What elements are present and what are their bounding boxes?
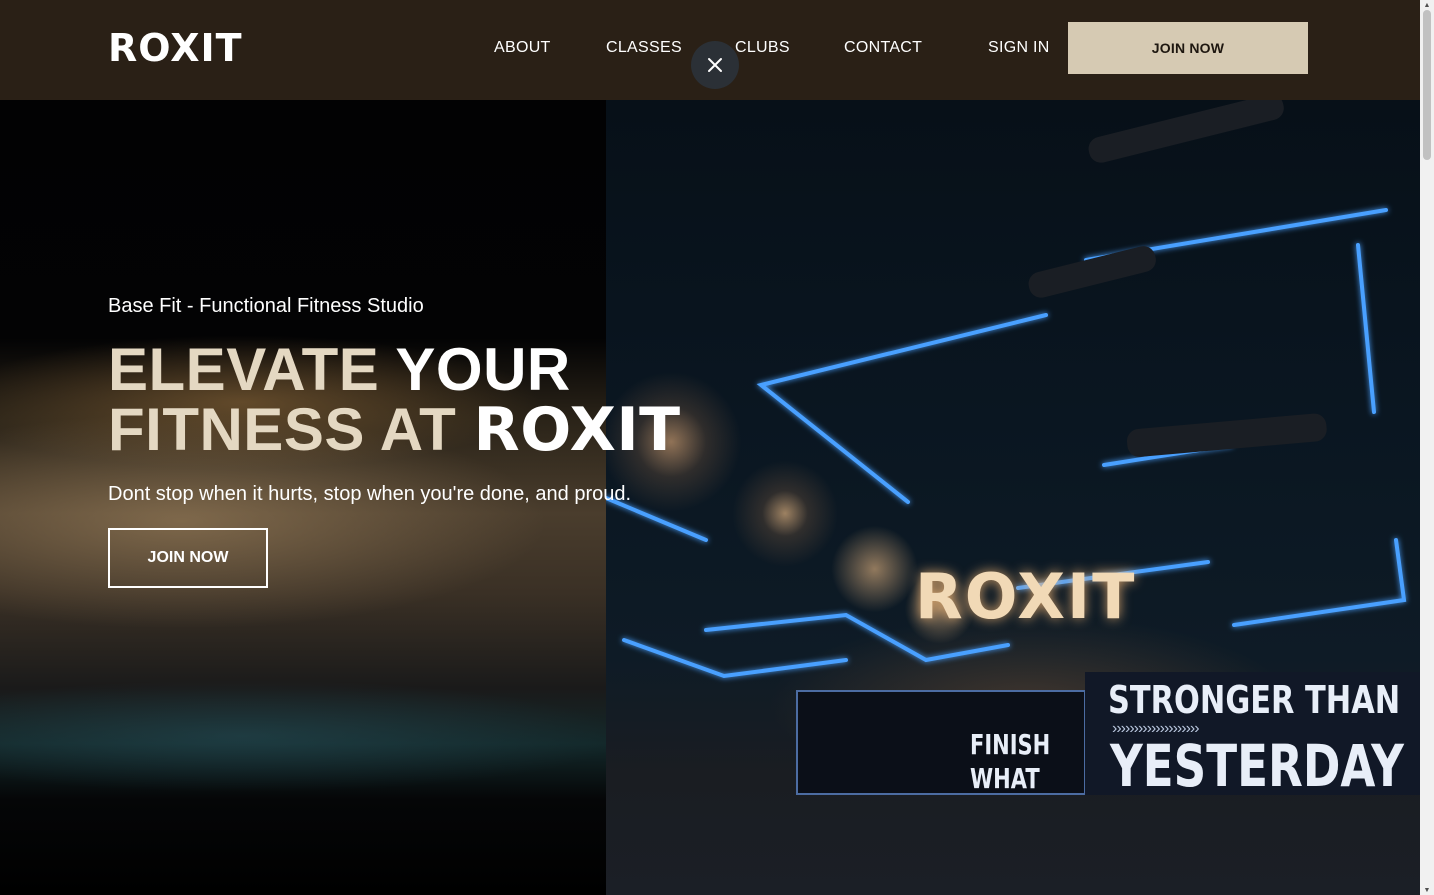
headline-roxit-logo: ROXIT xyxy=(473,395,681,465)
nav-contact[interactable]: CONTACT xyxy=(844,38,922,58)
headline-your: YOUR xyxy=(395,336,571,403)
close-icon xyxy=(708,58,722,72)
nav-sign-in[interactable]: SIGN IN xyxy=(988,38,1050,58)
hero-join-now-button[interactable]: JOIN NOW xyxy=(108,528,268,588)
nav-about[interactable]: ABOUT xyxy=(494,38,551,58)
nav-classes[interactable]: CLASSES xyxy=(606,38,682,58)
sign-yesterday: YESTERDAY xyxy=(1110,732,1404,800)
sign-finish-what: FINISH WHAT xyxy=(970,728,1051,795)
hero-eyebrow: Base Fit - Functional Fitness Studio xyxy=(108,295,424,317)
sign-stronger-than: STRONGER THAN xyxy=(1108,678,1401,722)
headline-elevate: ELEVATE xyxy=(108,336,380,403)
site-header: ROXIT ABOUT CLASSES CLUBS CONTACT SIGN I… xyxy=(0,0,1420,100)
scroll-down-arrow-icon[interactable]: ▼ xyxy=(1420,885,1434,895)
close-button[interactable] xyxy=(691,41,739,89)
header-join-now-button[interactable]: JOIN NOW xyxy=(1068,22,1308,74)
headline-fitness-at: FITNESS AT xyxy=(108,396,457,463)
scroll-up-arrow-icon[interactable]: ▲ xyxy=(1420,0,1434,10)
nav-clubs[interactable]: CLUBS xyxy=(735,38,790,58)
hero-tagline: Dont stop when it hurts, stop when you'r… xyxy=(108,483,632,505)
illuminated-roxit-sign: ROXIT xyxy=(915,560,1137,633)
scrollbar-thumb[interactable] xyxy=(1423,10,1431,160)
hero-headline: ELEVATE YOUR FITNESS AT ROXIT xyxy=(108,340,681,463)
